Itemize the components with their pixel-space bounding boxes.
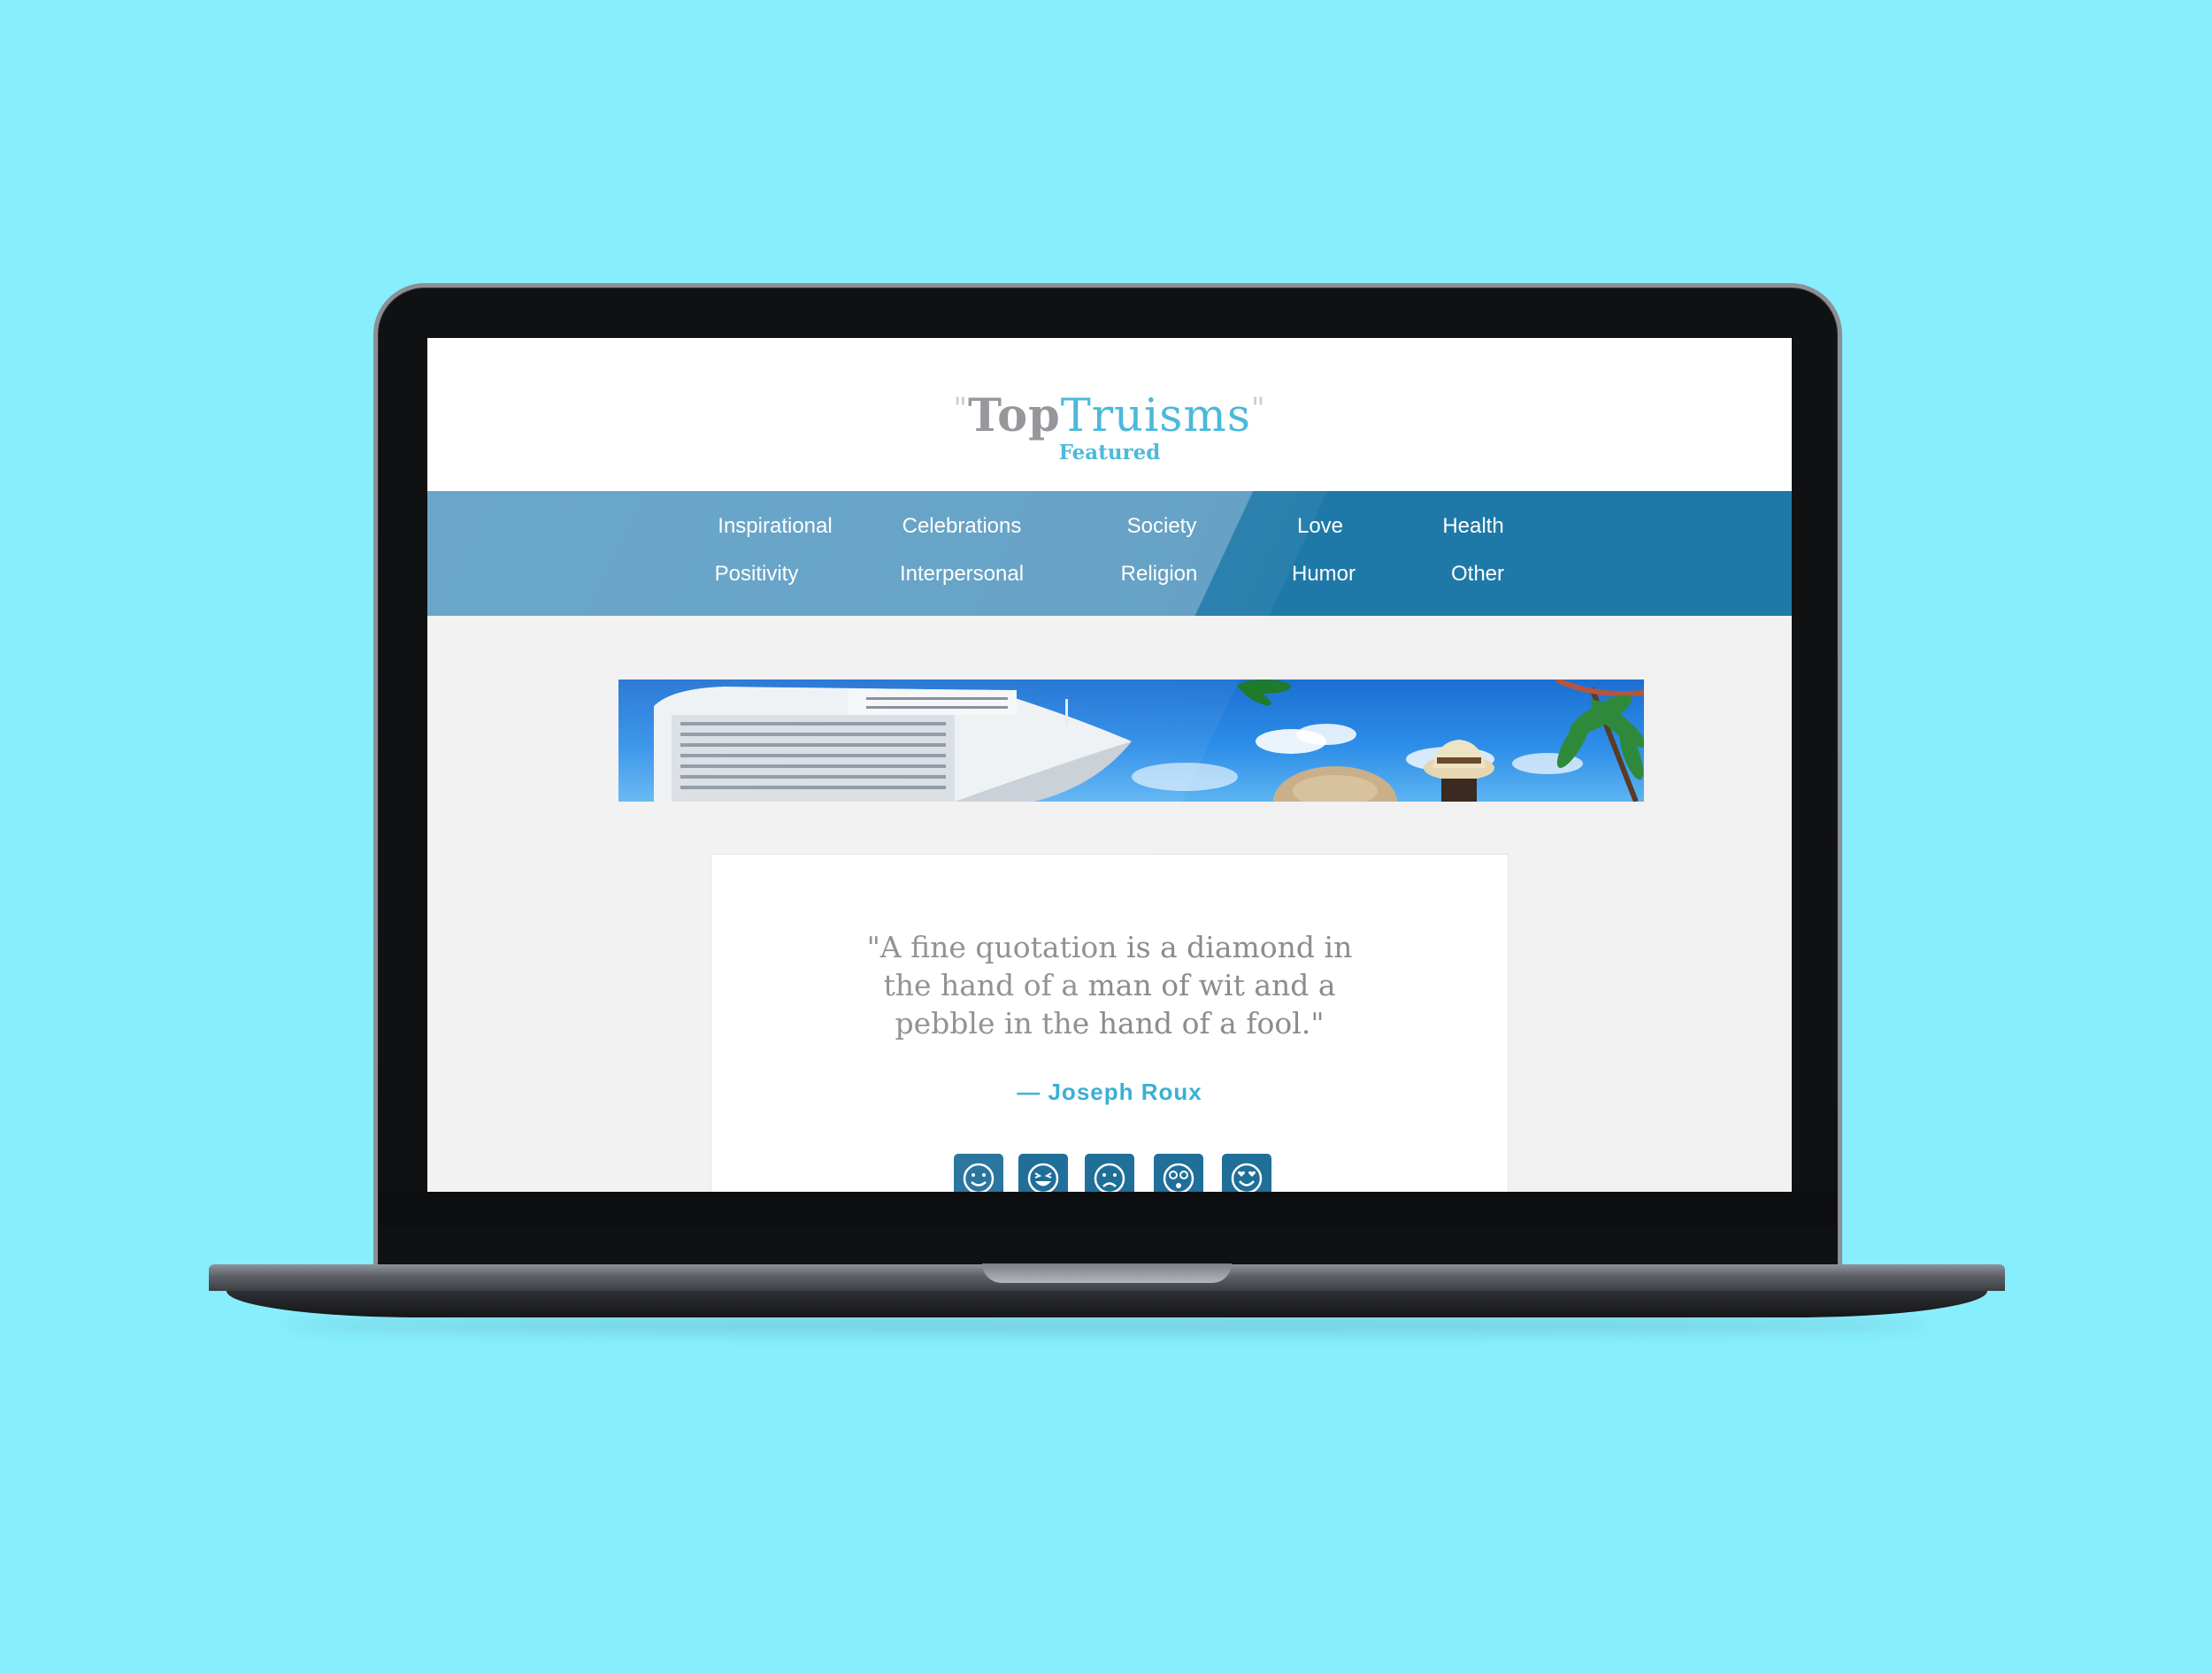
nav-celebrations[interactable]: Celebrations (873, 513, 1050, 540)
laugh-icon[interactable] (1018, 1154, 1068, 1192)
laptop-base-lip (227, 1291, 1987, 1317)
mockup-stage: "TopTruisms" Featured Inspirational Cele… (0, 0, 2212, 1674)
featured-quote-card: "A fine quotation is a diamond in the ha… (711, 855, 1508, 1192)
banner-illustration (654, 680, 1644, 802)
logo-open-quote: " (953, 391, 968, 426)
logo-close-quote: " (1251, 391, 1266, 426)
shocked-icon[interactable] (1154, 1154, 1203, 1192)
nav-other[interactable]: Other (1389, 561, 1566, 587)
site-header: "TopTruisms" Featured (427, 338, 1792, 491)
nav-religion[interactable]: Religion (1071, 561, 1248, 587)
quote-text: "A fine quotation is a diamond in the ha… (866, 930, 1353, 1040)
logo-truisms: Truisms (1060, 390, 1252, 442)
love-icon[interactable] (1222, 1154, 1271, 1192)
reaction-bar (954, 1154, 1290, 1192)
nav-interpersonal[interactable]: Interpersonal (873, 561, 1050, 587)
browser-screen: "TopTruisms" Featured Inspirational Cele… (427, 338, 1792, 1192)
nav-humor[interactable]: Humor (1235, 561, 1412, 587)
quote-author[interactable]: — Joseph Roux (711, 1079, 1508, 1106)
cruise-ship-beach-image (618, 680, 1644, 802)
smile-icon[interactable] (954, 1154, 1003, 1192)
nav-positivity[interactable]: Positivity (668, 561, 845, 587)
laptop-shadow (283, 1317, 1929, 1334)
logo-top: Top (967, 389, 1061, 442)
site-logo[interactable]: "TopTruisms" (427, 380, 1792, 442)
sad-icon[interactable] (1085, 1154, 1134, 1192)
laptop-hinge-notch (982, 1263, 1232, 1283)
nav-love[interactable]: Love (1232, 513, 1409, 540)
nav-health[interactable]: Health (1385, 513, 1562, 540)
category-nav: Inspirational Celebrations Society Love … (427, 491, 1792, 616)
laptop-bezel-chin (379, 1192, 1837, 1225)
page-subtitle: Featured (1058, 441, 1161, 465)
nav-inspirational[interactable]: Inspirational (687, 513, 864, 540)
nav-society[interactable]: Society (1073, 513, 1250, 540)
